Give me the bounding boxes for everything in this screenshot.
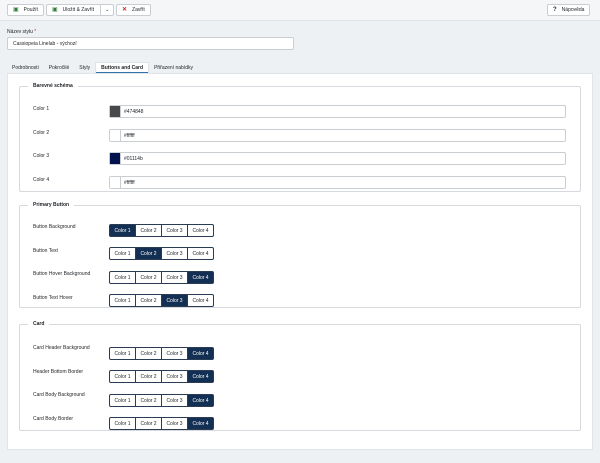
tab-bar: Podrobnosti Pokročilé Styly Buttons and … xyxy=(7,62,198,74)
chevron-down-icon[interactable]: ⌄ xyxy=(100,5,109,15)
style-name-label: Název stylu * xyxy=(7,29,37,35)
color-swatch[interactable] xyxy=(110,130,121,141)
option-color-4[interactable]: Color 4 xyxy=(187,417,214,430)
option-color-2[interactable]: Color 2 xyxy=(135,417,162,430)
card-header-background-group: Color 1 Color 2 Color 3 Color 4 xyxy=(109,347,214,360)
color-hex: #ffffff xyxy=(124,179,135,186)
tab-panel: Barevné schéma Color 1 #474848 Color 2 #… xyxy=(7,73,593,450)
card-fieldset: Card Card Header Background Color 1 Colo… xyxy=(19,321,581,431)
card-legend: Card xyxy=(33,321,45,327)
color-3-input[interactable]: #01114b xyxy=(109,152,566,165)
tab-menu-assignment[interactable]: Přiřazení nabídky xyxy=(149,62,198,73)
option-color-1[interactable]: Color 1 xyxy=(109,394,136,407)
tab-buttons-and-card[interactable]: Buttons and Card xyxy=(95,62,150,74)
option-color-1[interactable]: Color 1 xyxy=(109,224,136,237)
style-name-input[interactable]: Cassiopeia Linelab - výchozí xyxy=(7,37,294,50)
color-swatch[interactable] xyxy=(110,177,121,188)
option-color-1[interactable]: Color 1 xyxy=(109,417,136,430)
help-button[interactable]: ? Nápověda xyxy=(547,4,591,16)
option-color-2[interactable]: Color 2 xyxy=(135,247,162,260)
option-color-3[interactable]: Color 3 xyxy=(161,224,188,237)
primary-button-legend: Primary Button xyxy=(33,202,70,208)
option-color-4[interactable]: Color 4 xyxy=(187,347,214,360)
option-color-4[interactable]: Color 4 xyxy=(187,294,214,307)
header-bottom-border-group: Color 1 Color 2 Color 3 Color 4 xyxy=(109,370,214,383)
button-background-label: Button Background xyxy=(33,224,76,230)
color-swatch[interactable] xyxy=(110,153,121,164)
option-color-2[interactable]: Color 2 xyxy=(135,394,162,407)
question-icon: ? xyxy=(553,7,557,13)
header-bottom-border-label: Header Bottom Border xyxy=(33,369,84,375)
option-color-2[interactable]: Color 2 xyxy=(135,224,162,237)
option-color-4[interactable]: Color 4 xyxy=(187,370,214,383)
button-text-label: Button Text xyxy=(33,248,58,254)
color-1-input[interactable]: #474848 xyxy=(109,105,566,118)
option-color-4[interactable]: Color 4 xyxy=(187,394,214,407)
button-hover-background-label: Button Hover Background xyxy=(33,271,91,277)
button-text-group: Color 1 Color 2 Color 3 Color 4 xyxy=(109,247,214,260)
card-body-background-label: Card Body Background xyxy=(33,392,85,398)
color-swatch[interactable] xyxy=(110,106,121,117)
color-label: Color 3 xyxy=(33,153,50,159)
toolbar: ▣ Použít ▣ Uložit & Zavřít ⌄ ✕ Zavřít ? … xyxy=(0,0,600,21)
option-color-3[interactable]: Color 3 xyxy=(161,417,188,430)
button-background-group: Color 1 Color 2 Color 3 Color 4 xyxy=(109,224,214,237)
apply-label: Použít xyxy=(23,7,38,13)
option-color-3[interactable]: Color 3 xyxy=(161,394,188,407)
color-hex: #474848 xyxy=(124,108,144,115)
card-body-border-group: Color 1 Color 2 Color 3 Color 4 xyxy=(109,417,214,430)
color-4-input[interactable]: #ffffff xyxy=(109,176,566,189)
option-color-3[interactable]: Color 3 xyxy=(161,370,188,383)
button-text-hover-label: Button Text Hover xyxy=(33,295,73,301)
option-color-4[interactable]: Color 4 xyxy=(187,247,214,260)
option-color-4[interactable]: Color 4 xyxy=(187,224,214,237)
color-hex: #ffffff xyxy=(124,132,135,139)
save-icon: ▣ xyxy=(52,7,58,13)
apply-button[interactable]: ▣ Použít xyxy=(7,4,44,16)
option-color-4[interactable]: Color 4 xyxy=(187,271,214,284)
option-color-2[interactable]: Color 2 xyxy=(135,347,162,360)
button-text-hover-group: Color 1 Color 2 Color 3 Color 4 xyxy=(109,294,214,307)
option-color-1[interactable]: Color 1 xyxy=(109,370,136,383)
color-2-input[interactable]: #ffffff xyxy=(109,129,566,142)
save-close-label: Uložit & Zavřít xyxy=(62,7,95,13)
help-label: Nápověda xyxy=(561,7,585,13)
option-color-2[interactable]: Color 2 xyxy=(135,271,162,284)
save-icon: ▣ xyxy=(13,7,19,13)
option-color-1[interactable]: Color 1 xyxy=(109,247,136,260)
primary-button-fieldset: Primary Button Button Background Color 1… xyxy=(19,202,581,308)
option-color-3[interactable]: Color 3 xyxy=(161,271,188,284)
option-color-1[interactable]: Color 1 xyxy=(109,271,136,284)
button-hover-background-group: Color 1 Color 2 Color 3 Color 4 xyxy=(109,271,214,284)
color-scheme-legend: Barevné schéma xyxy=(33,83,73,89)
card-body-background-group: Color 1 Color 2 Color 3 Color 4 xyxy=(109,394,214,407)
option-color-3[interactable]: Color 3 xyxy=(161,294,188,307)
tab-styles[interactable]: Styly xyxy=(74,62,95,73)
color-label: Color 4 xyxy=(33,177,50,183)
option-color-2[interactable]: Color 2 xyxy=(135,370,162,383)
save-close-button[interactable]: ▣ Uložit & Zavřít ⌄ xyxy=(46,4,115,16)
option-color-1[interactable]: Color 1 xyxy=(109,347,136,360)
color-label: Color 1 xyxy=(33,106,50,112)
color-hex: #01114b xyxy=(124,155,143,162)
option-color-2[interactable]: Color 2 xyxy=(135,294,162,307)
color-scheme-fieldset: Barevné schéma Color 1 #474848 Color 2 #… xyxy=(19,83,581,192)
card-body-border-label: Card Body Border xyxy=(33,416,74,422)
option-color-3[interactable]: Color 3 xyxy=(161,347,188,360)
color-label: Color 2 xyxy=(33,130,50,136)
option-color-3[interactable]: Color 3 xyxy=(161,247,188,260)
tab-details[interactable]: Podrobnosti xyxy=(7,62,44,73)
close-icon: ✕ xyxy=(122,7,128,13)
option-color-1[interactable]: Color 1 xyxy=(109,294,136,307)
card-header-background-label: Card Header Background xyxy=(33,345,90,351)
tab-advanced[interactable]: Pokročilé xyxy=(44,62,75,73)
close-label: Zavřít xyxy=(132,7,145,13)
close-button[interactable]: ✕ Zavřít xyxy=(116,4,151,16)
